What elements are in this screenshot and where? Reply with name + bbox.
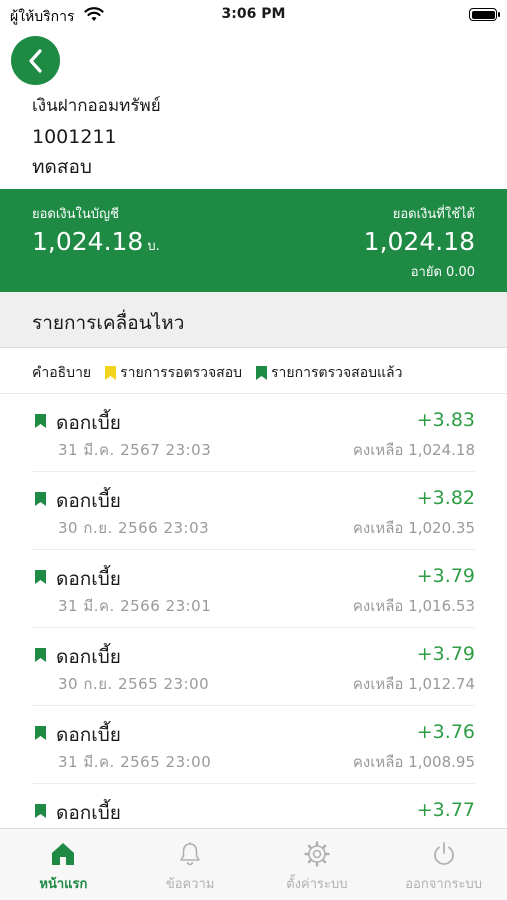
tab-logout-label: ออกจากระบบ (405, 877, 482, 892)
transaction-row[interactable]: ดอกเบี้ย 30 ก.ย. 2566 23:03 +3.82 คงเหลื… (0, 472, 507, 550)
legend-verified-label: รายการตรวจสอบแล้ว (271, 365, 403, 381)
tab-settings[interactable]: ตั้งค่าระบบ (254, 829, 381, 900)
bell-icon (180, 842, 200, 866)
balance-banner: ยอดเงินในบัญชี 1,024.18 บ. ยอดเงินที่ใช้ไ… (0, 189, 507, 292)
tab-home-label: หน้าแรก (39, 877, 88, 892)
bookmark-green-icon (35, 492, 46, 506)
transaction-row[interactable]: ดอกเบี้ย +3.77 (0, 784, 507, 828)
legend-pending-label: รายการรอตรวจสอบ (120, 365, 243, 381)
bookmark-yellow-icon (105, 366, 117, 380)
back-button[interactable] (11, 36, 60, 85)
account-number: 1001211 (32, 126, 117, 148)
available-balance-value: 1,024.18 (363, 227, 475, 256)
legend-pending: รายการรอตรวจสอบ (105, 362, 242, 384)
transaction-balance: คงเหลือ 1,020.35 (352, 519, 475, 537)
transaction-amount: +3.79 (416, 643, 475, 665)
transaction-amount: +3.77 (416, 799, 475, 821)
account-name: ทดสอบ (32, 156, 92, 178)
bookmark-green-icon (35, 570, 46, 584)
legend-verified: รายการตรวจสอบแล้ว (256, 362, 402, 384)
transaction-row[interactable]: ดอกเบี้ย 31 มี.ค. 2566 23:01 +3.79 คงเหล… (0, 550, 507, 628)
transaction-description: ดอกเบี้ย (56, 568, 121, 590)
ledger-balance: 1,024.18 บ. (32, 227, 160, 256)
bookmark-green-icon (35, 726, 46, 740)
power-icon (433, 842, 454, 865)
currency-unit: บ. (147, 239, 160, 254)
battery-icon (469, 8, 500, 21)
transaction-description: ดอกเบี้ย (56, 646, 121, 668)
transaction-description: ดอกเบี้ย (56, 724, 121, 746)
transaction-date: 30 ก.ย. 2565 23:00 (58, 675, 210, 693)
available-balance-label: ยอดเงินที่ใช้ได้ (392, 207, 475, 222)
transaction-amount: +3.82 (416, 487, 475, 509)
transaction-date: 30 ก.ย. 2566 23:03 (58, 519, 210, 537)
tab-bar: หน้าแรก ข้อความ ตั้งค่าระบบ ออกจากระบบ (0, 828, 507, 900)
tab-home[interactable]: หน้าแรก (0, 829, 127, 900)
transaction-balance: คงเหลือ 1,016.53 (352, 597, 475, 615)
transaction-balance: คงเหลือ 1,008.95 (352, 753, 475, 771)
legend-label: คำอธิบาย (32, 365, 92, 381)
transaction-date: 31 มี.ค. 2567 23:03 (58, 441, 212, 459)
transaction-description: ดอกเบี้ย (56, 412, 121, 434)
transaction-balance: คงเหลือ 1,012.74 (352, 675, 475, 693)
transaction-row[interactable]: ดอกเบี้ย 31 มี.ค. 2567 23:03 +3.83 คงเหล… (0, 394, 507, 472)
transaction-list[interactable]: ดอกเบี้ย 31 มี.ค. 2567 23:03 +3.83 คงเหล… (0, 394, 507, 828)
legend: คำอธิบาย รายการรอตรวจสอบ รายการตรวจสอบแล… (32, 362, 402, 384)
transaction-amount: +3.76 (416, 721, 475, 743)
account-info: เงินฝากออมทรัพย์ 1001211 ทดสอบ (32, 94, 161, 184)
transaction-description: ดอกเบี้ย (56, 490, 121, 512)
ledger-balance-value: 1,024.18 (32, 227, 144, 256)
ledger-balance-label: ยอดเงินในบัญชี (32, 207, 119, 222)
transaction-row[interactable]: ดอกเบี้ย 31 มี.ค. 2565 23:00 +3.76 คงเหล… (0, 706, 507, 784)
tab-messages-label: ข้อความ (165, 877, 215, 892)
gear-icon (304, 841, 330, 867)
transaction-amount: +3.79 (416, 565, 475, 587)
status-bar: ผู้ให้บริการ 3:06 PM (0, 0, 507, 30)
transaction-amount: +3.83 (416, 409, 475, 431)
tab-messages[interactable]: ข้อความ (127, 829, 254, 900)
transaction-date: 31 มี.ค. 2566 23:01 (58, 597, 212, 615)
transaction-date: 31 มี.ค. 2565 23:00 (58, 753, 212, 771)
bookmark-green-icon (35, 648, 46, 662)
transaction-balance: คงเหลือ 1,024.18 (352, 441, 475, 459)
hold-amount: อายัด 0.00 (410, 265, 475, 280)
transaction-description: ดอกเบี้ย (56, 802, 121, 824)
home-icon (52, 843, 75, 865)
section-title: รายการเคลื่อนไหว (32, 312, 185, 334)
bookmark-green-icon (35, 414, 46, 428)
transaction-row[interactable]: ดอกเบี้ย 30 ก.ย. 2565 23:00 +3.79 คงเหลื… (0, 628, 507, 706)
status-time: 3:06 PM (221, 6, 286, 22)
tab-logout[interactable]: ออกจากระบบ (380, 829, 507, 900)
chevron-left-icon (28, 48, 42, 73)
tab-settings-label: ตั้งค่าระบบ (286, 877, 348, 892)
section-header: รายการเคลื่อนไหว (0, 292, 507, 348)
bookmark-green-icon (256, 366, 268, 380)
account-type: เงินฝากออมทรัพย์ (32, 96, 161, 116)
bookmark-green-icon (35, 804, 46, 818)
